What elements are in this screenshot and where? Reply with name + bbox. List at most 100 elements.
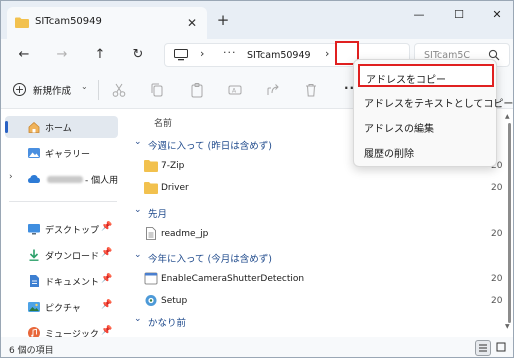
group-label: 今年に入って (今月は含めず) bbox=[148, 254, 272, 265]
file-date: 20 bbox=[491, 229, 503, 239]
desktop-icon bbox=[28, 224, 40, 235]
sidebar-item-onedrive[interactable]: › - 個人用 bbox=[5, 168, 118, 190]
new-item-label: 新規作成 bbox=[33, 86, 72, 97]
sidebar-item-label: ドキュメント bbox=[45, 278, 100, 288]
paste-icon[interactable] bbox=[189, 82, 205, 98]
svg-text:A: A bbox=[232, 88, 237, 95]
pin-icon: 📌 bbox=[101, 326, 113, 336]
sidebar-item-label: デスクトップ bbox=[45, 226, 100, 236]
pin-icon: 📌 bbox=[101, 222, 113, 232]
menu-item-copy-address-as-text[interactable]: アドレスをテキストとしてコピー bbox=[358, 90, 513, 113]
delete-icon[interactable] bbox=[303, 82, 319, 98]
toolbar-divider bbox=[98, 80, 99, 100]
menu-item-edit-address[interactable]: アドレスの編集 bbox=[358, 115, 494, 138]
navigation-pane: ホーム ギャラリー › - 個人用 デスクトップ 📌 ダウンロード 📌 ドキュメ… bbox=[1, 109, 124, 340]
forward-button[interactable]: → bbox=[51, 44, 73, 66]
pin-icon: 📌 bbox=[101, 274, 113, 284]
close-tab-icon[interactable]: ✕ bbox=[183, 14, 201, 32]
close-window-button[interactable]: ✕ bbox=[483, 5, 511, 25]
file-row-driver[interactable]: Driver 20 bbox=[142, 177, 504, 199]
gallery-icon bbox=[28, 148, 40, 158]
text-file-icon bbox=[146, 227, 156, 240]
scroll-down-icon[interactable]: ▼ bbox=[505, 323, 510, 330]
tab-title: SITcam50949 bbox=[35, 16, 102, 27]
sidebar-item-gallery[interactable]: ギャラリー bbox=[5, 142, 118, 164]
sidebar-item-downloads[interactable]: ダウンロード 📌 bbox=[5, 244, 118, 266]
sidebar-item-pictures[interactable]: ピクチャ 📌 bbox=[5, 296, 118, 318]
file-date: 20 bbox=[491, 296, 503, 306]
chevron-right-icon[interactable]: › bbox=[325, 47, 329, 60]
sidebar-item-desktop[interactable]: デスクトップ 📌 bbox=[5, 218, 118, 240]
expand-chevron-icon[interactable]: › bbox=[9, 172, 13, 182]
menu-item-copy-address[interactable]: アドレスをコピー bbox=[358, 64, 494, 87]
pictures-icon bbox=[28, 302, 40, 312]
scroll-up-icon[interactable]: ▲ bbox=[505, 113, 510, 120]
sidebar-item-label: ギャラリー bbox=[45, 150, 91, 160]
more-path-button[interactable]: ··· bbox=[223, 46, 237, 59]
download-icon bbox=[29, 249, 39, 261]
menu-item-label: 履歴の削除 bbox=[364, 149, 414, 160]
application-icon bbox=[144, 272, 158, 285]
sidebar-item-label: ホーム bbox=[45, 124, 72, 134]
item-count: 6 個の項目 bbox=[9, 346, 54, 356]
group-label: かなり前 bbox=[148, 318, 187, 329]
computer-icon bbox=[174, 49, 188, 61]
plus-icon: + bbox=[13, 83, 26, 96]
file-name: readme_jp bbox=[161, 229, 209, 239]
title-bar: SITcam50949 ✕ + — ☐ ✕ bbox=[1, 1, 513, 39]
selected-indicator bbox=[5, 121, 8, 133]
menu-item-label: アドレスをコピー bbox=[366, 75, 446, 86]
pin-icon: 📌 bbox=[101, 248, 113, 258]
maximize-button[interactable]: ☐ bbox=[445, 5, 473, 25]
copy-icon[interactable] bbox=[149, 82, 165, 98]
new-tab-button[interactable]: + bbox=[213, 10, 233, 30]
rename-icon[interactable]: A bbox=[227, 82, 243, 98]
folder-icon bbox=[144, 182, 158, 194]
thumbnail-view-button[interactable] bbox=[494, 340, 510, 356]
column-header-name[interactable]: 名前 bbox=[154, 116, 172, 129]
breadcrumb-sitcam[interactable]: SITcam50949 bbox=[247, 50, 311, 61]
cut-icon[interactable] bbox=[111, 82, 127, 98]
file-date: 20 bbox=[491, 183, 503, 193]
chevron-down-icon: ⌄ bbox=[134, 137, 142, 147]
sidebar-item-documents[interactable]: ドキュメント 📌 bbox=[5, 270, 118, 292]
chevron-down-icon: ⌄ bbox=[81, 82, 88, 91]
back-button[interactable]: ← bbox=[13, 44, 35, 66]
menu-item-delete-history[interactable]: 履歴の削除 bbox=[358, 140, 494, 163]
file-name: Driver bbox=[161, 183, 189, 193]
folder-icon bbox=[144, 160, 158, 172]
minimize-button[interactable]: — bbox=[405, 5, 433, 25]
file-row-enablecamera[interactable]: EnableCameraShutterDetection 20 bbox=[142, 268, 504, 290]
file-name: 7-Zip bbox=[161, 161, 185, 171]
sidebar-item-home[interactable]: ホーム bbox=[5, 116, 118, 138]
tab-sitcam[interactable]: SITcam50949 ✕ bbox=[7, 7, 207, 39]
cloud-icon bbox=[28, 175, 40, 183]
sidebar-divider bbox=[9, 201, 117, 202]
vertical-scrollbar[interactable]: ▲ ▼ bbox=[504, 109, 513, 337]
file-row-readme[interactable]: readme_jp 20 bbox=[142, 223, 504, 245]
setup-icon bbox=[145, 295, 157, 306]
refresh-button[interactable]: ↻ bbox=[127, 44, 149, 66]
file-row-setup[interactable]: Setup 20 bbox=[142, 290, 504, 312]
scrollbar-thumb[interactable] bbox=[508, 123, 511, 323]
chevron-right-icon[interactable]: › bbox=[200, 47, 204, 60]
sidebar-item-label: - 個人用 bbox=[85, 176, 119, 186]
up-button[interactable]: ↑ bbox=[89, 44, 111, 66]
menu-item-label: アドレスの編集 bbox=[364, 124, 434, 135]
documents-icon bbox=[30, 275, 39, 287]
details-view-icon bbox=[479, 344, 487, 352]
share-icon[interactable] bbox=[265, 82, 281, 98]
sidebar-item-label: ピクチャ bbox=[45, 304, 81, 314]
folder-icon bbox=[15, 17, 29, 28]
file-date: 20 bbox=[491, 274, 503, 284]
chevron-down-icon: ⌄ bbox=[134, 205, 142, 215]
home-icon bbox=[28, 121, 40, 133]
file-explorer-window: SITcam50949 ✕ + — ☐ ✕ ← → ↑ ↻ › ··· SITc… bbox=[0, 0, 514, 358]
details-view-button[interactable] bbox=[475, 340, 491, 356]
group-label: 今週に入って (昨日は含めず) bbox=[148, 141, 272, 152]
chevron-down-icon: ⌄ bbox=[134, 250, 142, 260]
menu-item-label: アドレスをテキストとしてコピー bbox=[364, 99, 514, 110]
pin-icon: 📌 bbox=[101, 300, 113, 310]
thumbnail-view-icon bbox=[496, 342, 506, 352]
blurred-account-name bbox=[47, 176, 83, 183]
